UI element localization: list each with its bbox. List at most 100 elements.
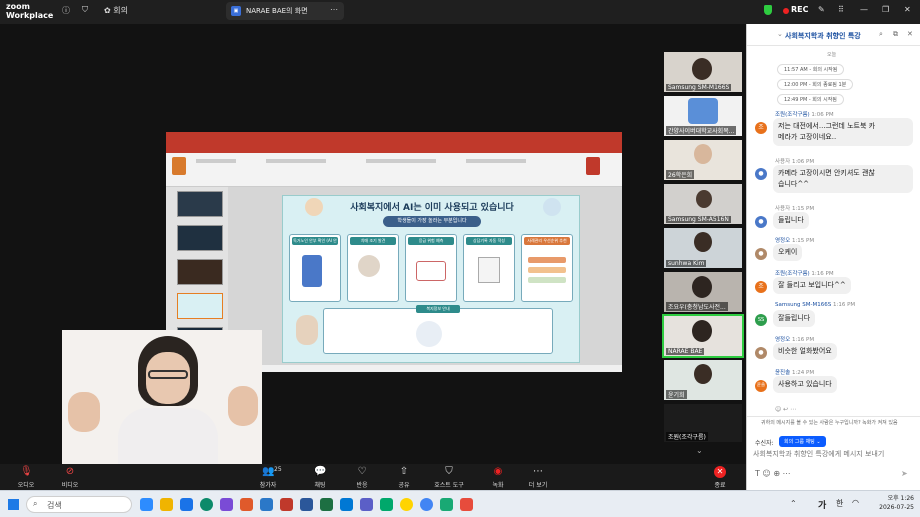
rec-label[interactable]: REC: [791, 5, 809, 14]
pdf-icon[interactable]: [586, 157, 600, 175]
mic-muted-icon: 🎙: [20, 466, 33, 477]
participant-tile[interactable]: 조요우(충청남도사전...: [664, 272, 742, 312]
annotate-icon[interactable]: ✎: [818, 5, 825, 14]
slide-thumbnail[interactable]: [177, 259, 223, 285]
slide-thumbnail[interactable]: [177, 225, 223, 251]
view-icon[interactable]: ⠿: [838, 5, 844, 14]
app-taskbar-icon[interactable]: [220, 498, 233, 511]
search-icon[interactable]: ⌕: [879, 30, 883, 39]
search-icon: ⌕: [33, 499, 38, 508]
message-bubble[interactable]: 사용하고 있습니다: [773, 376, 837, 393]
video-label: 비디오: [61, 482, 79, 489]
taskbar-search[interactable]: ⌕ 검색: [26, 496, 132, 513]
chrome-taskbar-icon[interactable]: [420, 498, 433, 511]
explorer-taskbar-icon[interactable]: [160, 498, 173, 511]
participant-tile[interactable]: 조원(조각구름): [664, 404, 742, 442]
clock[interactable]: 오후 1:26 2026-07-25: [868, 494, 914, 512]
chevron-down-icon[interactable]: ⌄: [777, 30, 783, 38]
participants-button[interactable]: 👥 참가자: [248, 466, 288, 489]
app-taskbar-icon[interactable]: [380, 498, 393, 511]
more-button[interactable]: ⋯ 더 보기: [518, 466, 558, 489]
security-icon[interactable]: ⛉: [82, 5, 88, 15]
restore-icon[interactable]: ❐: [882, 5, 889, 14]
slide-thumbnail[interactable]: [177, 191, 223, 217]
participant-head: [694, 144, 712, 164]
ppt-ribbon[interactable]: [166, 153, 622, 187]
video-button[interactable]: ⊘ 비디오: [50, 466, 90, 489]
app-taskbar-icon[interactable]: [460, 498, 473, 511]
tray-chevron-icon[interactable]: ⌃: [790, 499, 797, 508]
kakaotalk-taskbar-icon[interactable]: [400, 498, 413, 511]
app-taskbar-icon[interactable]: [340, 498, 353, 511]
minimize-icon[interactable]: —: [860, 5, 868, 14]
app-taskbar-icon[interactable]: [180, 498, 193, 511]
robot-illustration-icon: [416, 321, 442, 347]
participant-tile[interactable]: 26학은희: [664, 140, 742, 180]
powerpoint-taskbar-icon[interactable]: [280, 498, 293, 511]
reactions-button[interactable]: ♡ 반응: [342, 466, 382, 489]
participant-tile-active[interactable]: NARAE BAE: [662, 314, 744, 358]
wifi-icon[interactable]: ◠: [852, 498, 859, 507]
ppt-ribbon-tabs[interactable]: [166, 144, 622, 153]
audio-button[interactable]: 🎙 오디오: [6, 466, 46, 489]
app-taskbar-icon[interactable]: [440, 498, 453, 511]
tile-name: 간양사이버대학교사회복...: [666, 126, 737, 135]
zoom-taskbar-icon[interactable]: [140, 498, 153, 511]
message-bubble[interactable]: 카메라 고장이시면 안키셔도 괜찮 습니다^^: [773, 165, 913, 193]
participant-tile[interactable]: sunhwa Kim: [664, 228, 742, 268]
info-icon[interactable]: ⓘ: [62, 5, 70, 16]
chat-label: 채팅: [314, 482, 326, 489]
end-button[interactable]: ✕ 종료: [700, 466, 740, 489]
share-tab[interactable]: ▣ NARAE BAE의 화면 ⋯: [226, 2, 344, 20]
windows-start-icon[interactable]: [8, 499, 19, 510]
message-bubble[interactable]: 저는 대전에서...그런데 노트북 카 메라가 고장이네요..: [773, 118, 913, 146]
record-button[interactable]: ◉ 녹화: [478, 466, 518, 489]
teams-taskbar-icon[interactable]: [360, 498, 373, 511]
clock-date: 2026-07-25: [879, 504, 914, 511]
edge-taskbar-icon[interactable]: [200, 498, 213, 511]
message-text: 사용하고 있습니다: [778, 380, 832, 388]
language-indicator[interactable]: 가: [818, 498, 826, 511]
meeting-menu[interactable]: ✿ 회의: [104, 5, 128, 16]
word-taskbar-icon[interactable]: [300, 498, 313, 511]
participant-tile[interactable]: 간양사이버대학교사회복...: [664, 96, 742, 136]
more-options-icon[interactable]: ⋯: [330, 5, 338, 14]
bottom-panel-header: 복지정보 안내: [416, 305, 460, 313]
app-taskbar-icon[interactable]: [260, 498, 273, 511]
message-bubble[interactable]: 들립니다: [773, 212, 809, 229]
close-icon[interactable]: ✕: [904, 5, 911, 14]
popout-icon[interactable]: ⧉: [893, 30, 898, 39]
format-icons[interactable]: T ☺ ⊕ ⋯: [755, 469, 791, 478]
close-chat-icon[interactable]: ✕: [907, 30, 913, 38]
encryption-shield-icon[interactable]: [764, 5, 772, 15]
reaction-icons[interactable]: ☺ ↩ ⋯: [775, 406, 796, 413]
participant-tile[interactable]: Samsung SM-M166S: [664, 52, 742, 92]
scroll-down-icon[interactable]: ⌄: [696, 446, 703, 455]
glasses-icon: [148, 370, 188, 379]
participant-tile[interactable]: Samsung SM-A516N: [664, 184, 742, 224]
more-label: 더 보기: [528, 482, 548, 489]
slide-thumbnail-active[interactable]: [177, 293, 223, 319]
tile-name: NARAE BAE: [666, 348, 705, 355]
share-button[interactable]: ⇧ 공유: [384, 466, 424, 489]
chat-button[interactable]: 💬 채팅: [300, 466, 340, 489]
app-taskbar-icon[interactable]: [240, 498, 253, 511]
share-icon: ⇧: [399, 466, 409, 477]
paste-icon[interactable]: [172, 157, 186, 175]
message-bubble[interactable]: 오케이: [773, 244, 803, 261]
excel-taskbar-icon[interactable]: [320, 498, 333, 511]
participant-tile[interactable]: 윤기희: [664, 360, 742, 400]
share-label: 공유: [398, 482, 410, 489]
send-icon[interactable]: ➤: [901, 469, 908, 478]
host-tools-button[interactable]: ⛉ 호스트 도구: [426, 466, 472, 489]
recipient-select[interactable]: 회의 그룹 채팅 ⌄: [779, 436, 826, 447]
shared-screen-stage: 사회복지에서 AI는 이미 사용되고 있습니다 학생들이 가장 놀라는 부분입니…: [0, 24, 660, 488]
message-bubble[interactable]: 비슷한 얼화봤어요: [773, 343, 837, 360]
message-bubble[interactable]: 잘들립니다: [773, 310, 816, 327]
chat-message-input[interactable]: [753, 447, 913, 461]
message-bubble[interactable]: 잘 들리고 보입니다^^: [773, 277, 851, 294]
tile-name: 윤기희: [666, 390, 687, 399]
ime-indicator[interactable]: 한: [836, 498, 843, 509]
share-screen-icon: ▣: [231, 6, 241, 16]
audio-label: 오디오: [17, 482, 35, 489]
